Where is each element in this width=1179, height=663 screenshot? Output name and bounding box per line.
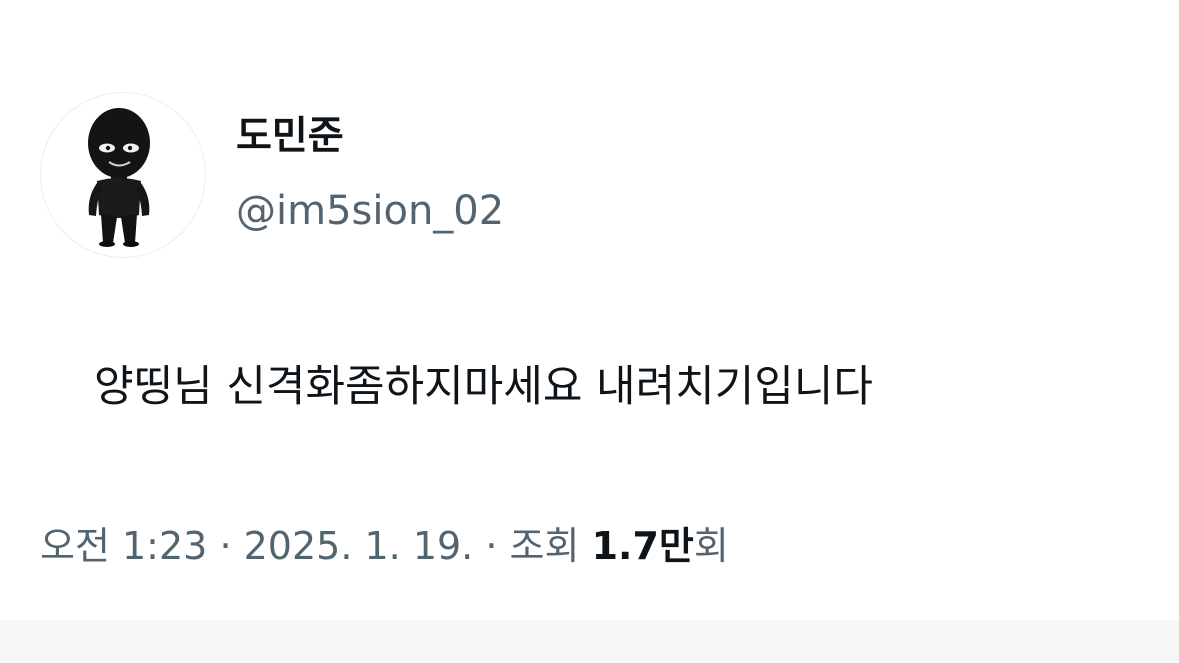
tweet-date[interactable]: 2025. 1. 19. (244, 524, 474, 568)
tweet-card: 도민준 @im5sion_02 양띵님 신격화좀하지마세요 내려치기입니다 오전… (0, 0, 1179, 620)
views-label: 조회 (509, 524, 580, 568)
bottom-strip (0, 620, 1179, 663)
views-count: 1.7만회 (592, 524, 729, 568)
author-handle[interactable]: @im5sion_02 (236, 188, 504, 234)
tweet-time[interactable]: 오전 1:23 (40, 524, 207, 568)
meta-separator: · (219, 524, 232, 568)
tweet-text: 양띵님 신격화좀하지마세요 내려치기입니다 (94, 362, 873, 412)
author-display-name[interactable]: 도민준 (236, 114, 344, 160)
black-figure-avatar-icon (88, 108, 150, 247)
tweet-meta: 오전 1:23 · 2025. 1. 19. · 조회 1.7만회 (40, 522, 729, 570)
avatar[interactable] (40, 92, 206, 258)
views-count-suffix: 회 (693, 524, 729, 568)
meta-separator: · (485, 524, 498, 568)
views-count-value: 1.7만 (591, 524, 694, 568)
